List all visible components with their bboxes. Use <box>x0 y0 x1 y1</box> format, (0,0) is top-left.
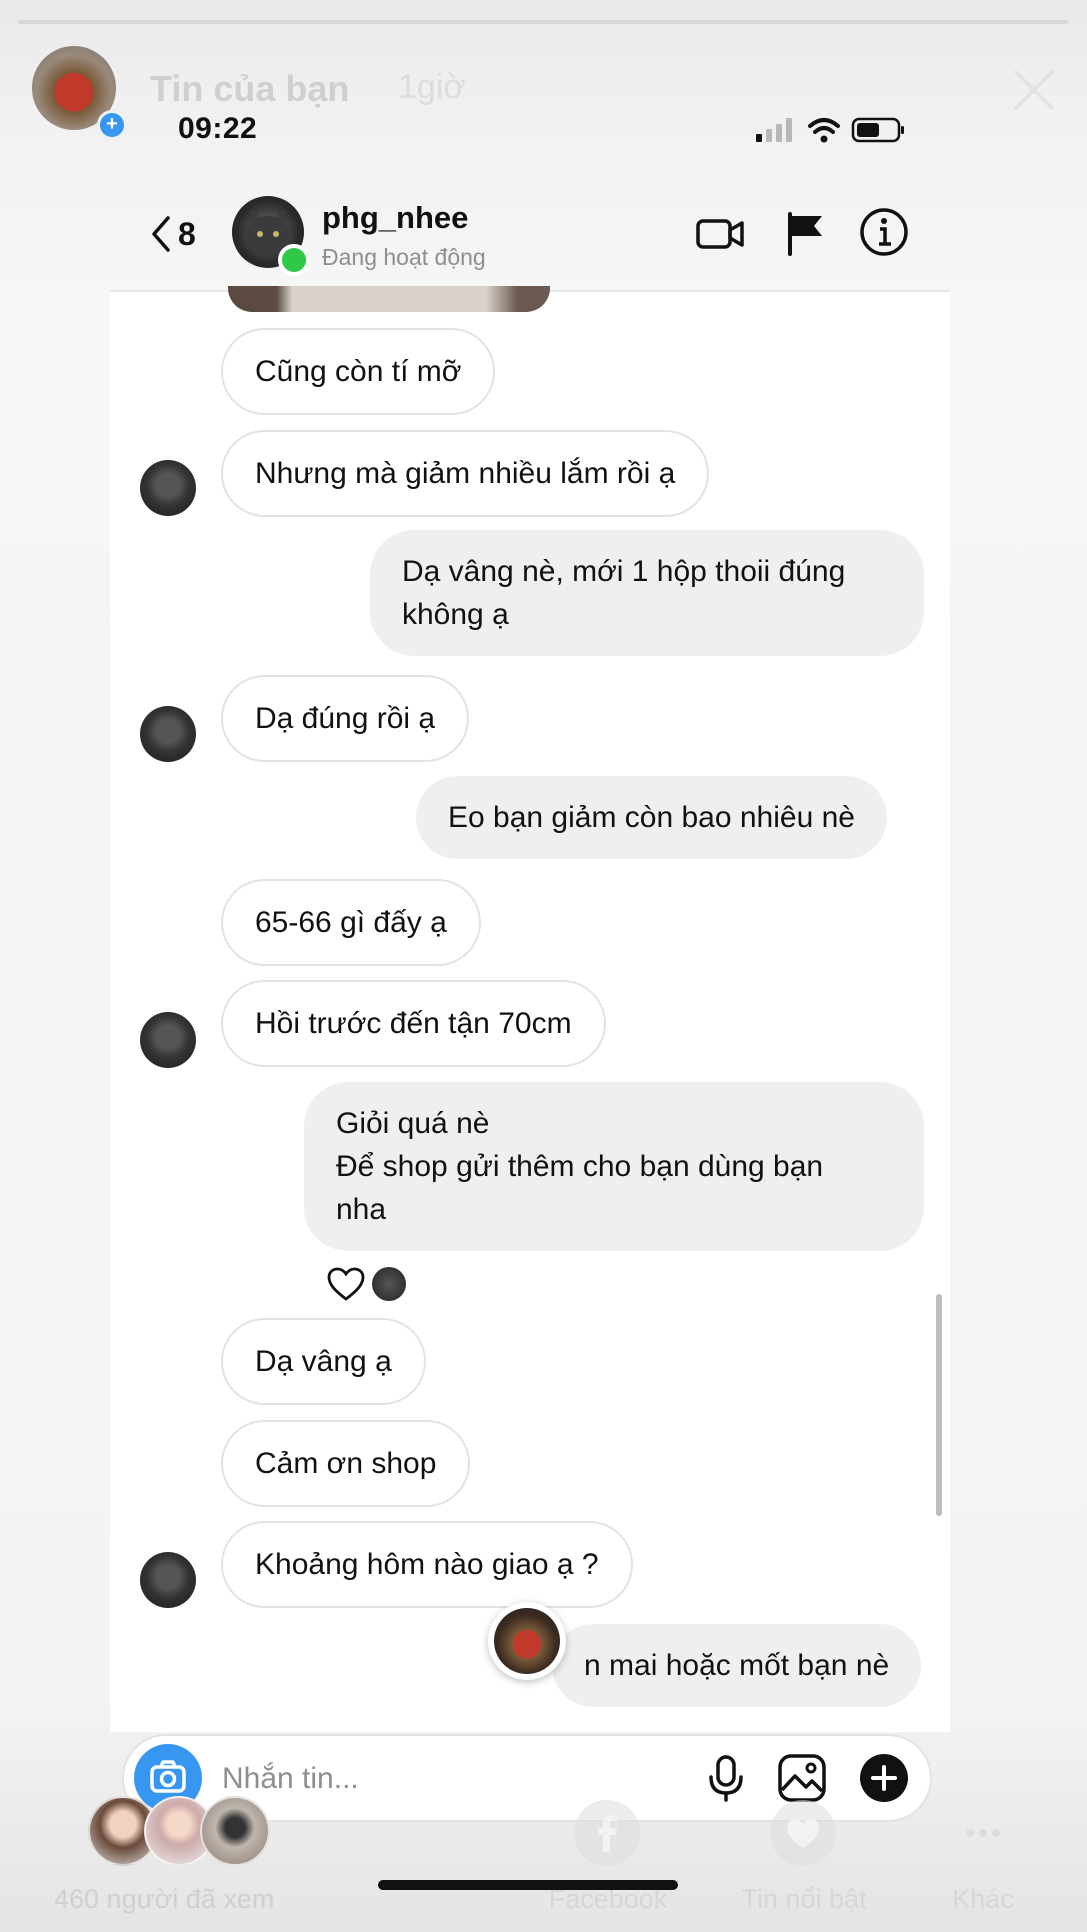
message-received[interactable]: Cảm ơn shop <box>221 1420 471 1507</box>
chevron-left-icon <box>152 216 170 252</box>
peer-username[interactable]: phg_nhee <box>322 200 468 236</box>
flag-icon[interactable] <box>780 208 832 260</box>
home-indicator[interactable] <box>378 1880 678 1890</box>
heart-highlight-icon[interactable] <box>770 1800 836 1866</box>
viewer-count[interactable]: 460 người đã xem <box>54 1884 274 1915</box>
sender-avatar[interactable] <box>140 1012 196 1068</box>
viewer-avatar <box>200 1796 270 1866</box>
online-indicator <box>278 244 310 276</box>
battery-icon <box>851 117 904 143</box>
message-received[interactable]: 65-66 gì đấy ạ <box>221 879 481 966</box>
story-sticker-avatar[interactable] <box>488 1602 566 1680</box>
status-icons <box>756 117 904 143</box>
message-sent[interactable]: Dạ vâng nè, mới 1 hộp thoii đúng không ạ <box>370 530 924 656</box>
shared-image-bottom[interactable] <box>228 286 550 312</box>
message-sent[interactable]: Eo bạn giảm còn bao nhiêu nè <box>416 776 887 859</box>
message-received[interactable]: Dạ đúng rồi ạ <box>221 675 470 762</box>
message-received[interactable]: Khoảng hôm nào giao ạ ? <box>221 1521 633 1608</box>
reactor-avatar <box>372 1267 406 1301</box>
microphone-icon[interactable] <box>700 1752 752 1804</box>
more-label[interactable]: Khác <box>940 1884 1026 1915</box>
message-received[interactable]: Cũng còn tí mỡ <box>221 328 496 415</box>
facebook-glyph <box>598 1815 617 1852</box>
more-glyph <box>966 1829 1000 1837</box>
gallery-icon[interactable] <box>776 1752 828 1804</box>
product-avatar <box>494 1608 560 1674</box>
message-input[interactable] <box>220 1756 664 1802</box>
peer-active-status: Đang hoạt động <box>322 244 486 270</box>
sender-avatar[interactable] <box>140 1552 196 1608</box>
status-time: 09:22 <box>178 112 258 145</box>
unread-count: 8 <box>178 215 196 252</box>
message-received[interactable]: Dạ vâng ạ <box>221 1318 426 1405</box>
message-reaction[interactable] <box>326 1266 406 1302</box>
signal-icon <box>756 118 792 142</box>
video-call-icon[interactable] <box>694 208 746 260</box>
heart-icon <box>327 1267 365 1301</box>
story-progress-bar <box>18 20 1068 24</box>
message-received[interactable]: Nhưng mà giảm nhiều lắm rồi ạ <box>221 430 710 517</box>
wifi-icon <box>808 118 840 143</box>
scrollbar[interactable] <box>936 1294 942 1516</box>
message-received[interactable]: Hồi trước đến tận 70cm <box>221 980 606 1067</box>
highlight-glyph <box>787 1819 819 1848</box>
highlight-label[interactable]: Tin nổi bật <box>726 1884 882 1915</box>
info-icon[interactable] <box>858 206 910 258</box>
close-icon[interactable] <box>1010 66 1058 114</box>
back-button[interactable]: 8 <box>148 212 210 256</box>
story-title: Tin của bạn <box>150 68 350 109</box>
add-story-icon[interactable]: + <box>97 110 127 140</box>
facebook-icon[interactable] <box>574 1800 640 1866</box>
sender-avatar[interactable] <box>140 460 196 516</box>
message-sent[interactable]: n mai hoặc mốt bạn nè <box>552 1624 922 1707</box>
message-sent[interactable]: Giỏi quá nè Để shop gửi thêm cho bạn dùn… <box>304 1082 924 1251</box>
sender-avatar[interactable] <box>140 706 196 762</box>
add-icon[interactable] <box>858 1752 910 1804</box>
story-time: 1giờ <box>398 68 466 106</box>
more-icon[interactable] <box>950 1800 1016 1866</box>
story-viewers[interactable] <box>88 1796 278 1866</box>
